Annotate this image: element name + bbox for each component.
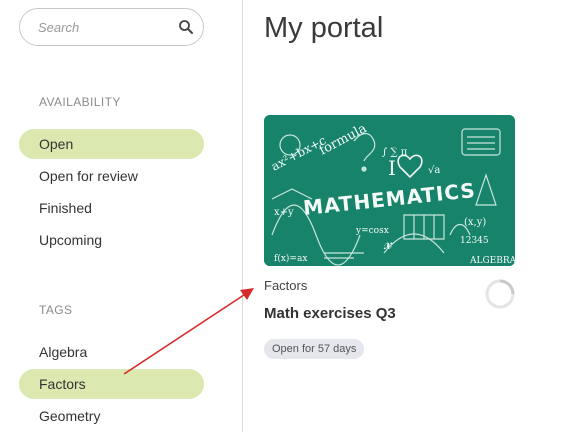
loading-spinner-icon <box>485 279 515 309</box>
search-box[interactable] <box>19 8 204 46</box>
search-input[interactable] <box>38 18 168 36</box>
svg-text:(x,y): (x,y) <box>464 217 486 228</box>
filter-upcoming[interactable]: Upcoming <box>19 225 204 255</box>
svg-text:x+y: x+y <box>274 207 294 218</box>
filter-open-for-review[interactable]: Open for review <box>19 161 204 191</box>
svg-text:√a: √a <box>428 165 440 176</box>
status-badge: Open for 57 days <box>264 339 365 359</box>
svg-text:12345: 12345 <box>460 236 489 246</box>
svg-text:𝓍: 𝓍 <box>383 233 393 254</box>
card-category: Factors <box>264 278 308 293</box>
mathematics-illustration: ax²+bx+c formula ∫ ∑ π I √a MATHEMATICS … <box>264 115 515 266</box>
svg-text:I: I <box>388 156 396 180</box>
svg-text:ALGEBRA: ALGEBRA <box>469 256 515 266</box>
card-title[interactable]: Math exercises Q3 <box>264 305 396 322</box>
sidebar: AVAILABILITY Open Open for review Finish… <box>0 0 243 432</box>
filter-finished[interactable]: Finished <box>19 193 204 223</box>
course-card-image[interactable]: ax²+bx+c formula ∫ ∑ π I √a MATHEMATICS … <box>264 115 515 266</box>
tags-heading: TAGS <box>39 303 73 317</box>
tag-algebra[interactable]: Algebra <box>19 337 204 367</box>
tag-factors[interactable]: Factors <box>19 369 204 399</box>
search-icon[interactable] <box>178 19 194 35</box>
svg-text:f(x)=ax: f(x)=ax <box>274 253 307 264</box>
availability-heading: AVAILABILITY <box>39 95 121 109</box>
page-title: My portal <box>264 12 384 44</box>
filter-open[interactable]: Open <box>19 129 204 159</box>
tag-geometry[interactable]: Geometry <box>19 401 204 431</box>
